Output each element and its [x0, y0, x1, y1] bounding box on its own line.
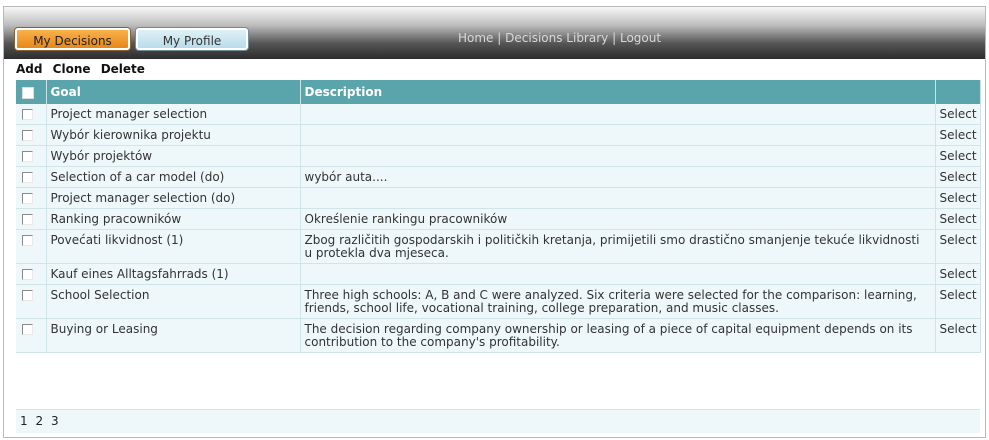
goal-cell: Kauf eines Alltagsfahrrads (1) [46, 263, 301, 285]
action-links: Add Clone Delete [16, 62, 151, 76]
row-checkbox-cell [16, 208, 47, 230]
select-link[interactable]: Select [935, 208, 981, 230]
select-link[interactable]: Select [935, 284, 981, 319]
table-row: Buying or Leasing The decision regarding … [16, 318, 981, 353]
select-link[interactable]: Select [935, 187, 981, 209]
row-checkbox-cell [16, 263, 47, 285]
page-link-3[interactable]: 3 [51, 414, 59, 428]
row-checkbox[interactable] [22, 130, 33, 141]
nav-separator: | [612, 31, 617, 45]
row-checkbox[interactable] [22, 269, 33, 280]
row-checkbox-cell [16, 229, 47, 264]
tab-my-decisions[interactable]: My Decisions [15, 28, 130, 50]
row-checkbox[interactable] [22, 193, 33, 204]
table-row: Selection of a car model (do) wybór auta.… [16, 166, 981, 188]
table-row: Project manager selection Select [16, 104, 981, 125]
goal-cell: School Selection [46, 284, 301, 319]
top-nav-links: Home | Decisions Library | Logout [458, 31, 661, 45]
logout-link[interactable]: Logout [620, 31, 661, 45]
description-cell [300, 187, 936, 209]
table-row: Povećati likvidnost (1) Zbog različitih g… [16, 229, 981, 264]
row-checkbox[interactable] [22, 214, 33, 225]
decisions-table: Goal Description Project manager selecti… [16, 80, 981, 353]
decisions-library-link[interactable]: Decisions Library [505, 31, 608, 45]
home-link[interactable]: Home [458, 31, 493, 45]
description-column-header[interactable]: Description [300, 80, 936, 104]
goal-cell: Selection of a car model (do) [46, 166, 301, 188]
table-row: Project manager selection (do) Select [16, 187, 981, 209]
row-checkbox-cell [16, 187, 47, 209]
page-link-2[interactable]: 2 [35, 414, 43, 428]
clone-button[interactable]: Clone [53, 62, 91, 76]
description-cell: The decision regarding company ownership… [300, 318, 936, 353]
row-checkbox-cell [16, 284, 47, 319]
select-link[interactable]: Select [935, 318, 981, 353]
description-cell [300, 145, 936, 167]
action-column-header [935, 80, 981, 104]
description-cell [300, 124, 936, 146]
select-link[interactable]: Select [935, 229, 981, 264]
goal-column-header[interactable]: Goal [46, 80, 301, 104]
select-link[interactable]: Select [935, 104, 981, 125]
description-cell: Three high schools: A, B and C were anal… [300, 284, 936, 319]
table-row: Wybór kierownika projektu Select [16, 124, 981, 146]
goal-cell: Wybór kierownika projektu [46, 124, 301, 146]
table-row: School Selection Three high schools: A, B… [16, 284, 981, 319]
description-cell: wybór auta.... [300, 166, 936, 188]
table-header-row: Goal Description [16, 80, 981, 104]
description-cell [300, 263, 936, 285]
select-link[interactable]: Select [935, 145, 981, 167]
row-checkbox[interactable] [22, 151, 33, 162]
row-checkbox-cell [16, 145, 47, 167]
row-checkbox[interactable] [22, 235, 33, 246]
top-navigation-bar: My Decisions My Profile Home | Decisions… [4, 7, 985, 59]
description-cell: Zbog različitih gospodarskih i politički… [300, 229, 936, 264]
goal-cell: Buying or Leasing [46, 318, 301, 353]
add-button[interactable]: Add [16, 62, 42, 76]
description-cell [300, 104, 936, 125]
row-checkbox[interactable] [22, 109, 33, 120]
delete-button[interactable]: Delete [101, 62, 145, 76]
goal-cell: Wybór projektów [46, 145, 301, 167]
row-checkbox[interactable] [22, 172, 33, 183]
select-link[interactable]: Select [935, 263, 981, 285]
row-checkbox[interactable] [22, 290, 33, 301]
goal-cell: Povećati likvidnost (1) [46, 229, 301, 264]
row-checkbox-cell [16, 124, 47, 146]
goal-cell: Ranking pracowników [46, 208, 301, 230]
table-row: Kauf eines Alltagsfahrrads (1) Select [16, 263, 981, 285]
page-link-1[interactable]: 1 [20, 414, 28, 428]
select-link[interactable]: Select [935, 124, 981, 146]
goal-cell: Project manager selection [46, 104, 301, 125]
select-all-header [16, 80, 47, 104]
pagination: 1 2 3 [16, 409, 980, 433]
nav-separator: | [497, 31, 502, 45]
row-checkbox-cell [16, 166, 47, 188]
select-all-checkbox[interactable] [22, 86, 34, 99]
description-cell: Określenie rankingu pracowników [300, 208, 936, 230]
table-row: Ranking pracowników Określenie rankingu p… [16, 208, 981, 230]
tab-my-profile[interactable]: My Profile [136, 28, 248, 50]
table-row: Wybór projektów Select [16, 145, 981, 167]
goal-cell: Project manager selection (do) [46, 187, 301, 209]
row-checkbox[interactable] [22, 324, 33, 335]
row-checkbox-cell [16, 318, 47, 353]
select-link[interactable]: Select [935, 166, 981, 188]
row-checkbox-cell [16, 104, 47, 125]
